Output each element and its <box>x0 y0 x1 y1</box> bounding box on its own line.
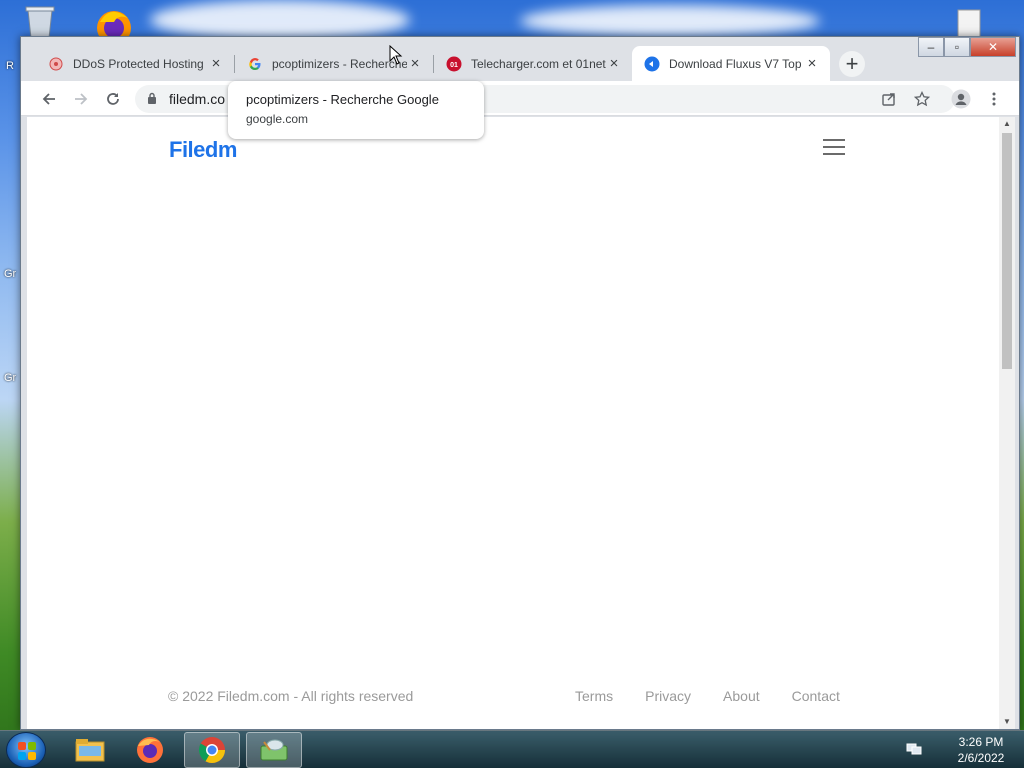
folder-icon <box>75 739 105 762</box>
arrow-right-icon <box>75 93 88 105</box>
footer-links: Terms Privacy About Contact <box>575 688 840 704</box>
taskbar: 3:26 PM 2/6/2022 <box>0 730 1024 768</box>
tab-title: Telecharger.com et 01net <box>471 56 606 71</box>
hamburger-line <box>823 139 845 141</box>
page-viewport: Filedm © 2022 Filedm.com - All rights re… <box>27 117 999 729</box>
footer-link-contact[interactable]: Contact <box>792 688 840 704</box>
chrome-icon <box>198 737 226 764</box>
bookmark-button[interactable] <box>910 87 934 111</box>
close-tab-icon[interactable]: × <box>606 55 622 72</box>
desktop-label: Gr <box>4 372 17 384</box>
mouse-cursor-icon <box>389 45 403 65</box>
tab-google-search[interactable]: pcoptimizers - Recherche × <box>235 46 433 81</box>
svg-text:01: 01 <box>450 62 458 69</box>
scroll-thumb[interactable] <box>1002 133 1012 369</box>
desktop-cloud <box>520 5 820 37</box>
explorer-taskbar-button[interactable] <box>62 732 118 768</box>
menu-button[interactable] <box>982 87 1006 111</box>
footer-link-about[interactable]: About <box>723 688 760 704</box>
filedm-favicon-icon <box>644 56 660 72</box>
close-tab-icon[interactable]: × <box>407 55 423 72</box>
hamburger-menu-icon[interactable] <box>823 139 845 155</box>
share-button[interactable] <box>877 87 901 111</box>
vertical-scrollbar[interactable]: ▲ ▼ <box>999 117 1015 729</box>
hamburger-line <box>823 146 845 148</box>
google-favicon-icon <box>247 56 263 72</box>
taskbar-clock[interactable]: 3:26 PM 2/6/2022 <box>946 734 1016 766</box>
hamburger-line <box>823 153 845 155</box>
desktop-label: Gr <box>4 268 17 280</box>
tab-hover-tooltip: pcoptimizers - Recherche Google google.c… <box>228 81 484 139</box>
kebab-menu-icon <box>992 92 996 106</box>
close-tab-icon[interactable]: × <box>804 55 820 72</box>
tab-ddos[interactable]: DDoS Protected Hosting × <box>36 46 234 81</box>
desktop-label: R <box>6 60 14 72</box>
tab-title: Download Fluxus V7 Top <box>669 56 802 71</box>
windows-logo-icon <box>18 742 36 760</box>
tab-title: DDoS Protected Hosting <box>73 56 204 71</box>
reload-icon <box>107 93 119 105</box>
clock-date: 2/6/2022 <box>957 751 1005 765</box>
footer-link-terms[interactable]: Terms <box>575 688 613 704</box>
forward-button[interactable] <box>69 87 93 111</box>
footer-copyright: © 2022 Filedm.com - All rights reserved <box>168 688 414 704</box>
scroll-up-icon[interactable]: ▲ <box>999 117 1015 131</box>
browser-toolbar: filedm.co <box>21 81 1019 116</box>
star-icon <box>914 91 930 107</box>
tab-telecharger[interactable]: 01 Telecharger.com et 01net × <box>434 46 632 81</box>
firefox-icon <box>137 737 163 763</box>
minimize-button[interactable]: – <box>918 37 944 57</box>
maximize-button[interactable]: ▫ <box>944 37 970 57</box>
chrome-taskbar-button[interactable] <box>184 732 240 768</box>
footer-link-privacy[interactable]: Privacy <box>645 688 691 704</box>
tab-fluxus-download[interactable]: Download Fluxus V7 Top × <box>632 46 830 81</box>
window-controls: – ▫ ✕ <box>918 37 1016 57</box>
share-icon <box>882 93 895 106</box>
avatar-icon <box>951 89 971 109</box>
browser-window: DDoS Protected Hosting × pcoptimizers - … <box>20 36 1020 730</box>
arrow-left-icon <box>42 93 55 105</box>
ddos-favicon-icon <box>48 56 64 72</box>
desktop-cloud <box>150 0 410 40</box>
disk-tool-taskbar-button[interactable] <box>246 732 302 768</box>
back-button[interactable] <box>37 87 61 111</box>
01net-favicon-icon: 01 <box>446 56 462 72</box>
url-text[interactable]: filedm.co <box>169 91 225 107</box>
tooltip-title: pcoptimizers - Recherche Google <box>246 92 439 107</box>
network-icon[interactable] <box>906 742 922 756</box>
start-button[interactable] <box>6 732 46 768</box>
filedm-logo[interactable]: Filedm <box>169 137 237 163</box>
clock-time: 3:26 PM <box>958 735 1004 749</box>
disk-cleanup-icon <box>260 739 288 761</box>
reload-button[interactable] <box>101 87 125 111</box>
close-tab-icon[interactable]: × <box>208 55 224 72</box>
firefox-taskbar-button[interactable] <box>122 732 178 768</box>
system-tray: 3:26 PM 2/6/2022 <box>906 734 1016 766</box>
tab-title: pcoptimizers - Recherche <box>272 56 407 71</box>
tooltip-domain: google.com <box>246 112 309 126</box>
new-tab-button[interactable]: + <box>839 51 865 77</box>
lock-icon[interactable] <box>147 92 157 107</box>
close-window-button[interactable]: ✕ <box>970 37 1016 57</box>
scroll-down-icon[interactable]: ▼ <box>999 715 1015 729</box>
tab-strip: DDoS Protected Hosting × pcoptimizers - … <box>21 37 1019 81</box>
profile-button[interactable] <box>949 87 973 111</box>
